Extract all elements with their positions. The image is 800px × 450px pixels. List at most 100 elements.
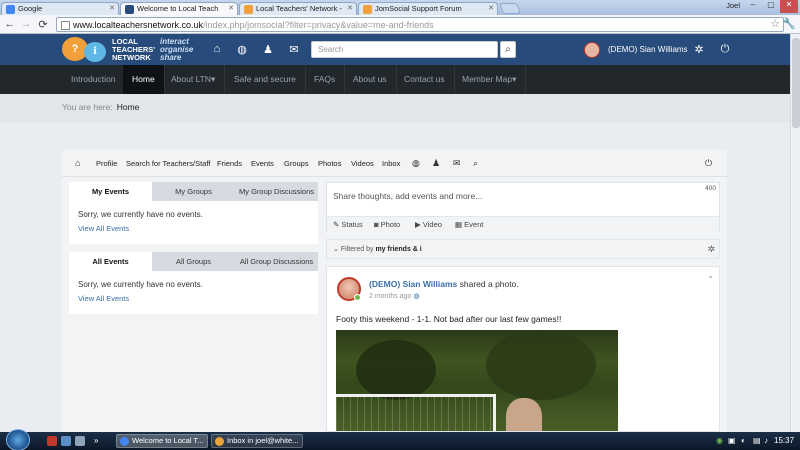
taskbar-clock[interactable]: 15:37 <box>774 436 794 445</box>
close-tab-icon[interactable]: ✕ <box>347 4 353 12</box>
view-all-events-link[interactable]: View All Events <box>78 294 129 303</box>
home-icon[interactable]: ⌂ <box>210 43 224 55</box>
mail-icon[interactable]: ✉ <box>287 43 301 56</box>
tab-my-events[interactable]: My Events <box>69 182 152 201</box>
nav-about-us[interactable]: About us <box>344 65 397 94</box>
friend-requests-icon[interactable]: ♟ <box>432 158 440 169</box>
globe-icon[interactable]: ◍ <box>235 43 249 56</box>
power-icon[interactable]: ⏻ <box>718 43 732 56</box>
google-favicon-icon <box>6 5 15 14</box>
reload-icon[interactable]: ⟳ <box>36 18 50 31</box>
activity-post: (DEMO) Sian Williams shared a photo. 2 m… <box>326 266 720 432</box>
back-icon[interactable]: ← <box>3 18 17 30</box>
browser-tab-ltn[interactable]: Local Teachers' Network - ✕ <box>239 2 357 15</box>
post-author-link[interactable]: (DEMO) Sian Williams <box>369 279 457 289</box>
nav-safe-and-secure[interactable]: Safe and secure <box>225 65 306 94</box>
quick-launch-icon[interactable] <box>47 436 57 446</box>
toolbar-search-teachers[interactable]: Search for Teachers/Staff <box>126 159 210 168</box>
status-button[interactable]: ✎ Status <box>333 220 363 229</box>
mail-icon[interactable]: ✉ <box>453 158 461 169</box>
bookmark-star-icon[interactable]: ☆ <box>770 17 780 30</box>
public-icon: ◍ <box>413 293 420 300</box>
expand-quick-launch-icon[interactable]: » <box>94 436 98 445</box>
nav-contact-us[interactable]: Contact us <box>395 65 455 94</box>
power-icon[interactable]: ⏻ <box>705 158 712 169</box>
nav-faqs[interactable]: FAQs <box>305 65 346 94</box>
tray-icon[interactable]: ▣ <box>728 436 736 445</box>
toolbar-inbox[interactable]: Inbox <box>382 159 400 168</box>
toolbar-photos[interactable]: Photos <box>318 159 341 168</box>
nav-member-map[interactable]: Member Map▾ <box>453 65 527 94</box>
close-tab-icon[interactable]: ✕ <box>228 4 234 12</box>
tab-my-group-discussions[interactable]: My Group Discussions <box>235 182 318 201</box>
user-icon[interactable]: ♟ <box>261 43 275 56</box>
tab-all-events[interactable]: All Events <box>69 252 152 271</box>
task-label: Welcome to Local T... <box>132 436 204 445</box>
gear-icon[interactable]: ✲ <box>692 43 706 56</box>
scrollbar-thumb[interactable] <box>792 38 800 128</box>
close-tab-icon[interactable]: ✕ <box>109 4 115 12</box>
post-photo[interactable] <box>336 330 618 431</box>
browser-toolbar: ← → ⟳ www.localteachersnetwork.co.uk/ind… <box>0 15 800 34</box>
browser-tab-welcome[interactable]: Welcome to Local Teach ✕ <box>120 2 238 15</box>
tab-my-groups[interactable]: My Groups <box>152 182 235 201</box>
toolbar-profile[interactable]: Profile <box>96 159 117 168</box>
event-button[interactable]: ▦ Event <box>455 220 483 229</box>
globe-icon[interactable]: ◍ <box>412 158 420 169</box>
chevron-down-icon[interactable]: ⌄ <box>707 271 714 280</box>
toolbar-friends[interactable]: Friends <box>217 159 242 168</box>
site-header: ? ℹ LOCAL TEACHERS' NETWORK interact org… <box>0 34 790 65</box>
browser-tab-label: Local Teachers' Network - <box>256 4 342 13</box>
browser-tab-jomsocial[interactable]: JomSocial Support Forum ✕ <box>358 2 498 15</box>
task-label: Inbox in joel@white... <box>227 436 299 445</box>
post-timestamp: 2 months ago ◍ <box>369 292 419 300</box>
nav-introduction[interactable]: Introduction <box>62 65 126 94</box>
home-icon[interactable]: ⌂ <box>75 158 80 168</box>
photo-button[interactable]: ◙ Photo <box>374 220 400 229</box>
close-tab-icon[interactable]: ✕ <box>488 4 494 12</box>
quick-launch-icon[interactable] <box>61 436 71 446</box>
wrench-menu-icon[interactable]: 🔧 <box>782 17 796 30</box>
tray-icon[interactable]: ◉ <box>716 436 723 445</box>
view-all-events-link[interactable]: View All Events <box>78 224 129 233</box>
task-inbox[interactable]: Inbox in joel@white... <box>211 434 303 448</box>
video-button[interactable]: ▶ Video <box>415 220 442 229</box>
site-logo[interactable]: ? ℹ <box>62 37 112 63</box>
activity-filter[interactable]: ⌄ Filtered by my friends & i ✲ <box>326 239 720 259</box>
breadcrumb-current[interactable]: Home <box>117 102 140 112</box>
nav-about-ltn[interactable]: About LTN▾ <box>162 65 226 94</box>
new-tab-button[interactable] <box>498 3 522 14</box>
tab-all-group-discussions[interactable]: All Group Discussions <box>235 252 318 271</box>
gear-icon[interactable]: ✲ <box>707 244 715 255</box>
search-button[interactable]: ⌕ <box>500 41 516 58</box>
browser-tab-bar: Google ✕ Welcome to Local Teach ✕ Local … <box>0 0 800 15</box>
filter-prefix: Filtered by <box>340 246 374 253</box>
avatar[interactable] <box>584 42 600 58</box>
maximize-icon[interactable]: ▢ <box>762 0 780 13</box>
search-input[interactable]: Search <box>311 41 498 58</box>
toolbar-events[interactable]: Events <box>251 159 274 168</box>
post-action: shared a photo. <box>459 279 519 289</box>
task-browser[interactable]: Welcome to Local T... <box>116 434 208 448</box>
tab-all-groups[interactable]: All Groups <box>152 252 235 271</box>
composer-placeholder[interactable]: Share thoughts, add events and more... <box>333 191 482 201</box>
toolbar-videos[interactable]: Videos <box>351 159 374 168</box>
page-scrollbar[interactable] <box>790 34 800 432</box>
start-button[interactable] <box>6 429 30 450</box>
minimize-icon[interactable]: – <box>744 0 762 13</box>
toolbar-groups[interactable]: Groups <box>284 159 309 168</box>
close-window-icon[interactable]: ✕ <box>780 0 798 13</box>
browser-tab-google[interactable]: Google ✕ <box>1 2 119 15</box>
network-icon[interactable]: ▤ <box>753 436 761 445</box>
current-user-name[interactable]: (DEMO) Sian Williams <box>608 45 688 54</box>
volume-icon[interactable]: ♪ <box>764 436 768 445</box>
tray-icon[interactable]: ◐ <box>741 436 746 445</box>
status-composer[interactable]: Share thoughts, add events and more... 4… <box>326 182 720 231</box>
address-bar[interactable]: www.localteachersnetwork.co.uk/index.php… <box>56 17 784 32</box>
nav-home[interactable]: Home <box>123 65 165 94</box>
search-icon[interactable]: ⌕ <box>473 158 478 169</box>
quick-launch-icon[interactable] <box>75 436 85 446</box>
camera-icon: ◙ <box>374 220 381 229</box>
logo-wordmark: LOCAL TEACHERS' NETWORK <box>112 38 155 62</box>
forward-icon[interactable]: → <box>19 18 33 30</box>
